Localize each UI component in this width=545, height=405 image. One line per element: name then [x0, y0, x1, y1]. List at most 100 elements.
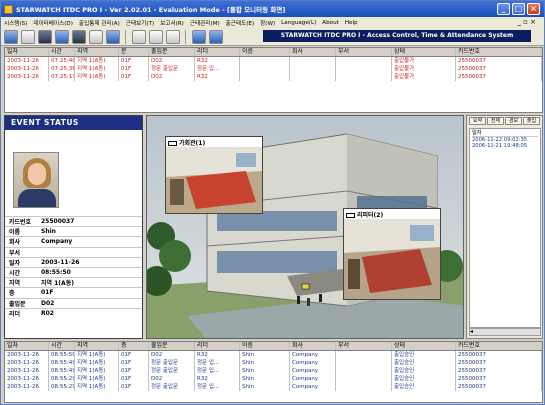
table-cell: 지역 1(A동): [75, 57, 119, 65]
table-cell: 01F: [119, 375, 149, 383]
table-row[interactable]: 2003-11-26 07:25:13 지역 1(A동) 01F D02 R32 출입불가 2…: [5, 73, 542, 81]
info-row: 부서: [5, 246, 142, 257]
table-cell: 25500037: [456, 65, 542, 73]
right-list[interactable]: 일자 2006-11-22 09:02:35 2006-11-21 19:48:…: [469, 128, 541, 328]
table-row[interactable]: 2003-11-26 08:55:29 지역 1(A동) 01F D02 R32 Shin C…: [5, 375, 542, 383]
camera-label: 리피터(2): [346, 210, 383, 219]
menu-item[interactable]: 데이터베이스(D): [33, 19, 73, 27]
camera-view-2[interactable]: 리피터(2): [343, 208, 441, 300]
table-cell: 정문 출입문: [149, 367, 195, 375]
camera-label: 가회관(1): [168, 138, 205, 147]
window2-icon[interactable]: [106, 29, 120, 44]
menu-item[interactable]: Help: [345, 20, 358, 26]
report-icon[interactable]: [38, 29, 52, 44]
camera-icon[interactable]: [132, 29, 146, 44]
menu-item[interactable]: 보고서(R): [160, 19, 184, 27]
menu-item[interactable]: Language(L): [281, 20, 316, 26]
window-icon[interactable]: [89, 29, 103, 44]
horizontal-scrollbar[interactable]: ◂: [469, 328, 541, 336]
mdi-controls[interactable]: _ ▫ ×: [517, 17, 536, 28]
tab-access[interactable]: 출입: [523, 117, 540, 125]
table-row[interactable]: 2003-11-26 08:55:49 지역 1(A동) 01F 정문 출입문 정문 입.…: [5, 367, 542, 375]
tab-all[interactable]: 전체: [487, 117, 504, 125]
refresh-icon[interactable]: [209, 29, 223, 44]
door-icon[interactable]: [55, 29, 69, 44]
column-header[interactable]: 일자: [5, 48, 49, 56]
info-label: 카드번호: [9, 219, 32, 227]
maximize-button[interactable]: □: [512, 3, 525, 15]
camera-view-1[interactable]: 가회관(1): [165, 136, 263, 214]
column-header[interactable]: 이름: [240, 48, 290, 56]
column-header[interactable]: 문: [119, 48, 149, 56]
column-header[interactable]: 리더: [195, 342, 240, 350]
menu-item[interactable]: 근태보기(T): [126, 19, 154, 27]
tab-alarm[interactable]: 경보: [505, 117, 522, 125]
table-cell: [336, 375, 392, 383]
table-row[interactable]: 2003-11-26 08:55:50 지역 1(A동) 01F D02 R32 Shin C…: [5, 351, 542, 359]
table-cell: Shin: [240, 351, 290, 359]
column-header[interactable]: 출입문: [149, 342, 195, 350]
column-header[interactable]: 부서: [336, 342, 392, 350]
column-header[interactable]: 리더: [195, 48, 240, 56]
column-header[interactable]: 이름: [240, 342, 290, 350]
table-cell: R32: [195, 73, 240, 81]
up-icon[interactable]: [192, 29, 206, 44]
column-header[interactable]: 일자: [5, 342, 49, 350]
right-panel: 요약 전체 경보 출입 일자 2006-11-22 09:02:35 2006-…: [466, 115, 543, 339]
column-header[interactable]: 카드번호: [456, 342, 542, 350]
table-cell: Company: [290, 367, 336, 375]
menu-item[interactable]: 창(W): [260, 19, 275, 27]
alarm-grid[interactable]: 일자 시간 지역 문 출입문 리더 이름 회사 부서 상태 카드번호 2003-…: [4, 47, 543, 113]
grid-icon[interactable]: [149, 29, 163, 44]
dropdown-icon[interactable]: [166, 29, 180, 44]
list-item[interactable]: 2006-11-21 19:48:05: [472, 143, 538, 149]
column-header[interactable]: 회사: [290, 342, 336, 350]
table-cell: 25500037: [456, 367, 542, 375]
column-header[interactable]: 상태: [392, 342, 456, 350]
table-cell: [240, 73, 290, 81]
table-row[interactable]: 2003-11-26 07:25:40 지역 1(A동) 01F D02 R32 출입불가 2…: [5, 57, 542, 65]
menu-item[interactable]: 출입통제 관리(A): [79, 19, 120, 27]
table-row[interactable]: 2003-11-26 08:55:29 지역 1(A동) 01F 정문 출입문 정문 입.…: [5, 383, 542, 391]
monitor-icon[interactable]: [72, 29, 86, 44]
table-row[interactable]: 2003-11-26 08:55:49 지역 1(A동) 01F 정문 출입문 정문 입.…: [5, 359, 542, 367]
column-header[interactable]: 상태: [392, 48, 456, 56]
table-cell: 07:25:36: [51, 65, 75, 73]
column-header[interactable]: 부서: [336, 48, 392, 56]
table-cell: 25500037: [456, 57, 542, 65]
column-header[interactable]: 지역: [75, 48, 119, 56]
menu-item[interactable]: 근태관리(M): [190, 19, 220, 27]
menu-item[interactable]: 출근태도(E): [226, 19, 254, 27]
table-row[interactable]: 2003-11-26 07:25:36 지역 1(A동) 01F 정문 출입문 정문 입.…: [5, 65, 542, 73]
event-grid[interactable]: 일자 시간 지역 층 출입문 리더 이름 회사 부서 상태 카드번호 2003-…: [4, 341, 543, 403]
column-header[interactable]: 카드번호: [456, 48, 542, 56]
user-photo: [13, 152, 59, 208]
info-label: 리더: [9, 310, 21, 318]
table-cell: [336, 359, 392, 367]
table-cell: 08:55:29: [51, 375, 75, 383]
table-cell: 25500037: [456, 351, 542, 359]
column-header[interactable]: 시간: [49, 48, 75, 56]
column-header[interactable]: 회사: [290, 48, 336, 56]
column-header[interactable]: 출입문: [149, 48, 195, 56]
column-header[interactable]: 시간: [49, 342, 75, 350]
table-cell: 지역 1(A동): [75, 367, 119, 375]
menu-item[interactable]: 시스템(S): [4, 19, 27, 27]
menu-bar: 시스템(S) 데이터베이스(D) 출입통제 관리(A) 근태보기(T) 보고서(…: [1, 17, 544, 28]
alarm-grid-header: 일자 시간 지역 문 출입문 리더 이름 회사 부서 상태 카드번호: [5, 48, 542, 57]
toolbar-separator: [185, 29, 187, 44]
tab-summary[interactable]: 요약: [469, 117, 486, 125]
title-bar[interactable]: STARWATCH ITDC PRO I - Ver 2.02.01 - Eva…: [1, 1, 544, 17]
menu-item[interactable]: About: [322, 20, 339, 26]
camera-icon: [346, 213, 355, 218]
table-cell: 08:55:29: [51, 383, 75, 391]
column-header[interactable]: 지역: [75, 342, 119, 350]
close-button[interactable]: ×: [527, 3, 540, 15]
minimize-button[interactable]: _: [497, 3, 510, 15]
info-row: 회사 Company: [5, 236, 142, 246]
open-icon[interactable]: [4, 29, 18, 44]
building-map[interactable]: 가회관(1) 리피터(2): [146, 115, 464, 339]
column-header[interactable]: 층: [119, 342, 149, 350]
table-cell: [290, 57, 336, 65]
print-icon[interactable]: [21, 29, 35, 44]
